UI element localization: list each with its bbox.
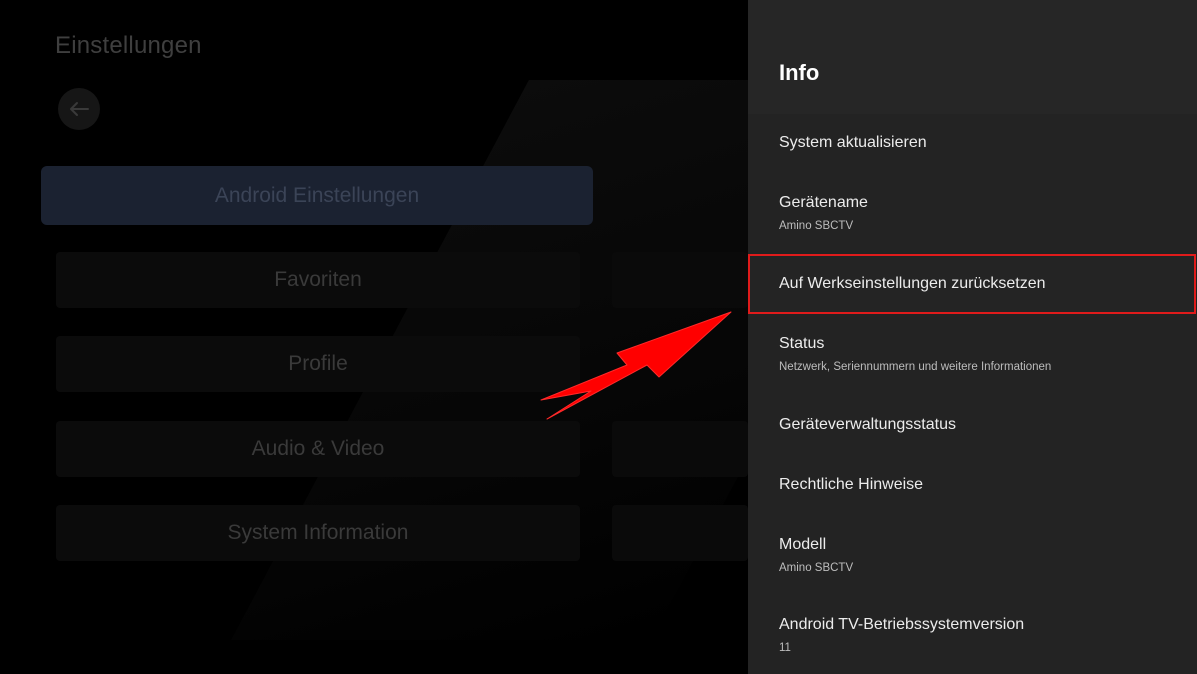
menu-item-system-aktualisieren[interactable]: System aktualisieren xyxy=(748,133,1197,153)
arrow-left-icon xyxy=(69,101,89,117)
info-panel: Info System aktualisieren Gerätename Ami… xyxy=(748,0,1197,674)
menu-item-modell[interactable]: Modell Amino SBCTV xyxy=(748,535,1197,575)
back-button[interactable] xyxy=(58,88,100,130)
menu-item-geraetename[interactable]: Gerätename Amino SBCTV xyxy=(748,193,1197,233)
tile-label: Profile xyxy=(288,352,348,375)
menu-item-rechtliche-hinweise[interactable]: Rechtliche Hinweise xyxy=(748,475,1197,495)
tile-favoriten[interactable]: Favoriten xyxy=(56,252,580,308)
tile-label: Android Einstellungen xyxy=(214,183,420,207)
menu-item-status[interactable]: Status Netzwerk, Seriennummern und weite… xyxy=(748,334,1197,374)
menu-item-label: Rechtliche Hinweise xyxy=(779,476,924,493)
menu-item-label: Modell xyxy=(779,536,827,553)
page-title: Einstellungen xyxy=(55,32,202,59)
tile-profile[interactable]: Profile xyxy=(56,336,580,392)
menu-item-label: Geräteverwaltungsstatus xyxy=(779,416,956,433)
menu-item-label: Auf Werkseinstellungen zurücksetzen xyxy=(779,275,1046,292)
tv-settings-screen: Einstellungen Android Einstellungen Favo… xyxy=(0,0,1197,674)
panel-header: Info xyxy=(748,0,1197,114)
settings-page-dimmed: Einstellungen Android Einstellungen Favo… xyxy=(0,0,748,674)
menu-item-subtitle: Netzwerk, Seriennummern und weitere Info… xyxy=(779,361,1052,373)
tile-android-einstellungen[interactable]: Android Einstellungen xyxy=(41,166,593,225)
tile-label: Favoriten xyxy=(274,268,362,291)
menu-item-label: System aktualisieren xyxy=(779,134,927,151)
menu-item-geraeteverwaltungsstatus[interactable]: Geräteverwaltungsstatus xyxy=(748,415,1197,435)
menu-item-subtitle: 11 xyxy=(779,642,791,654)
panel-title: Info xyxy=(779,60,820,85)
tile-label: Audio & Video xyxy=(251,437,385,460)
tile-label: System Information xyxy=(227,521,409,544)
menu-item-subtitle: Amino SBCTV xyxy=(779,562,854,574)
menu-item-label: Status xyxy=(779,335,825,352)
menu-item-label: Android TV-Betriebssystemversion xyxy=(779,616,1025,633)
tile-placeholder xyxy=(612,421,748,477)
menu-item-android-tv-version[interactable]: Android TV-Betriebssystemversion 11 xyxy=(748,615,1197,655)
menu-item-subtitle: Amino SBCTV xyxy=(779,220,854,232)
tile-system-information[interactable]: System Information xyxy=(56,505,580,561)
menu-item-label: Gerätename xyxy=(779,194,868,211)
menu-item-werkseinstellungen[interactable]: Auf Werkseinstellungen zurücksetzen xyxy=(748,254,1196,314)
tile-placeholder xyxy=(612,252,748,308)
tile-audio-video[interactable]: Audio & Video xyxy=(56,421,580,477)
tile-placeholder xyxy=(612,505,748,561)
